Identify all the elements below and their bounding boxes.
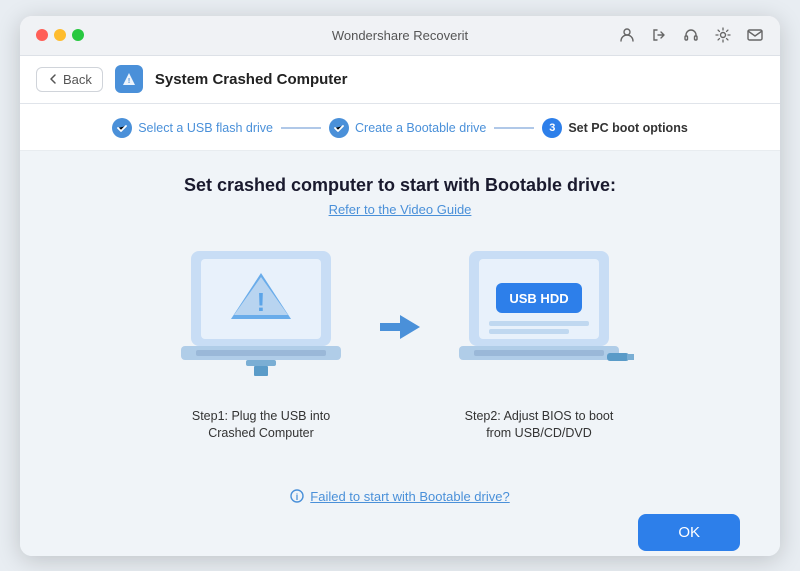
navbar: Back ! System Crashed Computer (20, 56, 780, 104)
step-2: Create a Bootable drive (329, 118, 486, 138)
user-icon[interactable] (618, 26, 636, 44)
ok-button[interactable]: OK (638, 514, 740, 551)
svg-text:USB HDD: USB HDD (509, 291, 568, 306)
svg-text:!: ! (128, 78, 130, 85)
failed-link-text: Failed to start with Bootable drive? (310, 489, 509, 504)
video-guide-link[interactable]: Refer to the Video Guide (329, 202, 472, 217)
minimize-button[interactable] (54, 29, 66, 41)
illustration-area: ! Step1: Plug the USB into Crashed Compu… (166, 241, 634, 443)
step2-label: Step2: Adjust BIOS to boot from USB/CD/D… (459, 408, 619, 443)
traffic-lights (36, 29, 84, 41)
footer: i Failed to start with Bootable drive? O… (20, 479, 780, 556)
page-title: System Crashed Computer (155, 71, 348, 88)
nav-icon: ! (115, 65, 143, 93)
app-title: Wondershare Recoverit (332, 28, 468, 43)
step2-illustration: USB HDD Step2: Adjust BIOS to boot from … (444, 241, 634, 443)
main-heading: Set crashed computer to start with Boota… (184, 175, 616, 196)
step1-illustration: ! Step1: Plug the USB into Crashed Compu… (166, 241, 356, 443)
step-3-label: Set PC boot options (568, 121, 687, 135)
support-icon[interactable] (682, 26, 700, 44)
step-3-icon: 3 (542, 118, 562, 138)
step1-label: Step1: Plug the USB into Crashed Compute… (181, 408, 341, 443)
step-2-icon (329, 118, 349, 138)
settings-icon[interactable] (714, 26, 732, 44)
titlebar-actions (618, 26, 764, 44)
laptop-2: USB HDD (444, 241, 634, 396)
arrow-between (380, 311, 420, 343)
step-1-icon (112, 118, 132, 138)
close-button[interactable] (36, 29, 48, 41)
step-2-label: Create a Bootable drive (355, 121, 486, 135)
main-content: Set crashed computer to start with Boota… (20, 151, 780, 479)
ok-button-row: OK (60, 514, 740, 551)
step-1: Select a USB flash drive (112, 118, 273, 138)
app-window: Wondershare Recoverit (20, 16, 780, 556)
failed-link[interactable]: i Failed to start with Bootable drive? (290, 489, 509, 504)
laptop-1: ! (166, 241, 356, 396)
svg-text:i: i (296, 492, 299, 502)
svg-text:!: ! (257, 287, 266, 317)
step-3: 3 Set PC boot options (542, 118, 687, 138)
step-connector-2 (494, 127, 534, 129)
step-connector-1 (281, 127, 321, 129)
step-1-label: Select a USB flash drive (138, 121, 273, 135)
step-3-number: 3 (549, 122, 555, 134)
mail-icon[interactable] (746, 26, 764, 44)
back-label: Back (63, 72, 92, 87)
steps-bar: Select a USB flash drive Create a Bootab… (20, 104, 780, 151)
maximize-button[interactable] (72, 29, 84, 41)
back-button[interactable]: Back (36, 67, 103, 92)
signout-icon[interactable] (650, 26, 668, 44)
titlebar: Wondershare Recoverit (20, 16, 780, 56)
